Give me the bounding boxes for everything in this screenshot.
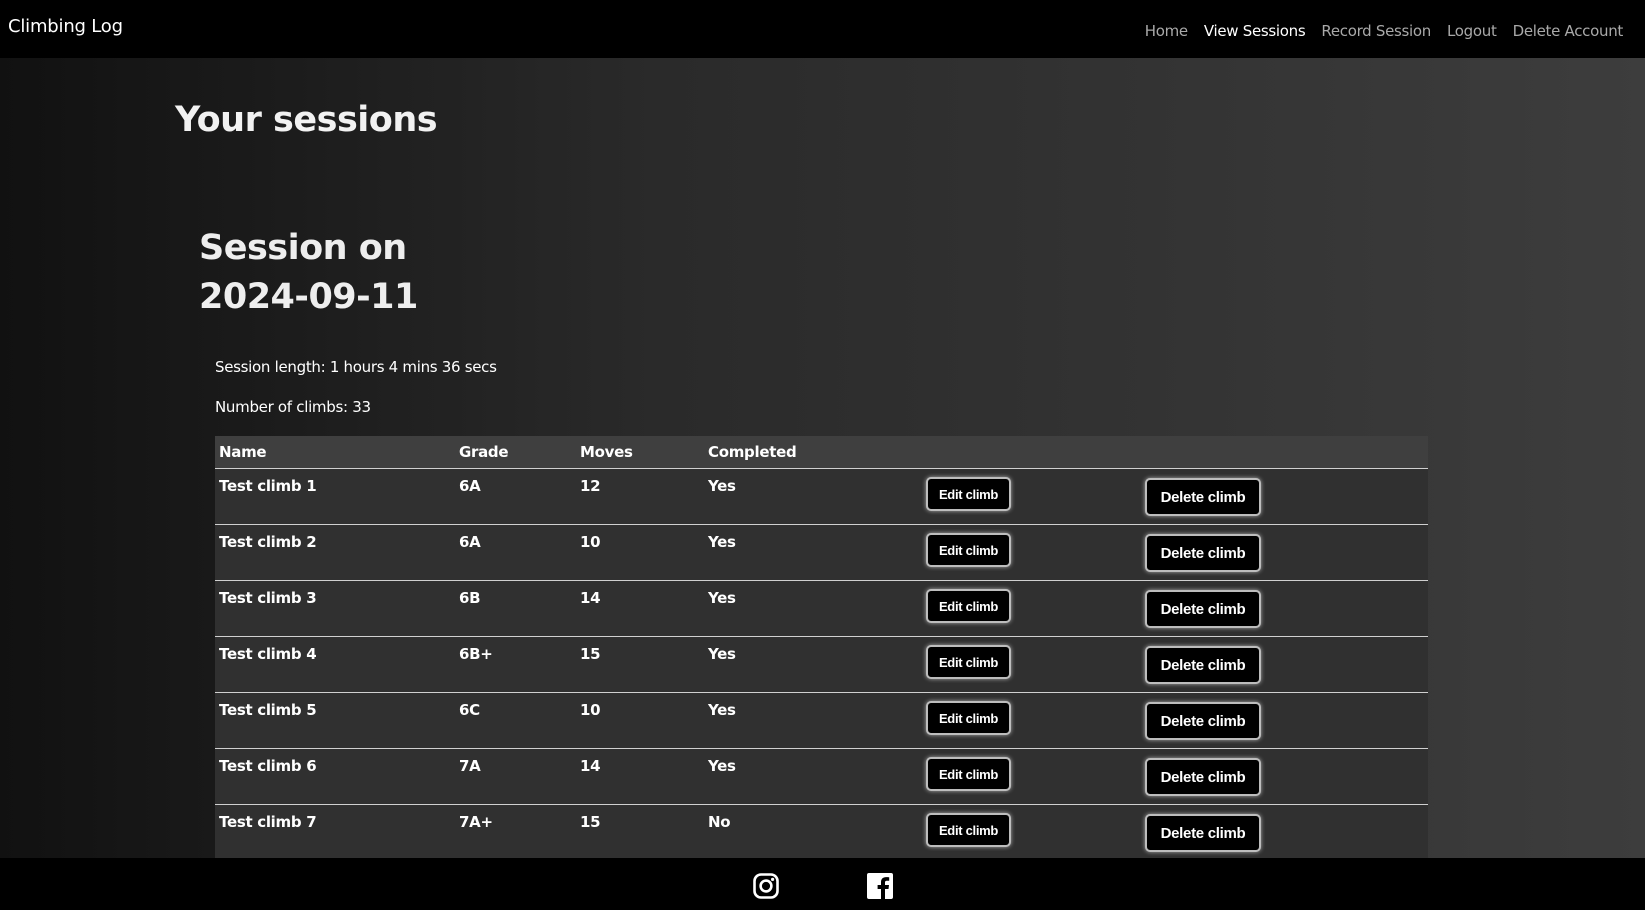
table-row: Test climb 6 7A 14 Yes Edit climb Delete… xyxy=(215,749,1428,805)
climb-name: Test climb 2 xyxy=(219,533,317,551)
table-row: Test climb 7 7A+ 15 No Edit climb Delete… xyxy=(215,805,1428,858)
main-content: Your sessions Session on 2024-09-11 Sess… xyxy=(0,58,1645,858)
page-title: Your sessions xyxy=(175,100,438,140)
session-length: Session length: 1 hours 4 mins 36 secs xyxy=(215,358,497,376)
climb-moves: 10 xyxy=(580,533,601,551)
nav-link-delete-account[interactable]: Delete Account xyxy=(1505,22,1631,40)
session-title: Session on 2024-09-11 xyxy=(199,228,418,317)
nav-link-logout[interactable]: Logout xyxy=(1439,22,1505,40)
climb-completed: Yes xyxy=(708,701,736,719)
climb-completed: Yes xyxy=(708,477,736,495)
edit-climb-button[interactable]: Edit climb xyxy=(926,813,1011,847)
climb-completed: Yes xyxy=(708,645,736,663)
table-row: Test climb 2 6A 10 Yes Edit climb Delete… xyxy=(215,525,1428,581)
delete-climb-button[interactable]: Delete climb xyxy=(1145,590,1261,628)
header-completed: Completed xyxy=(708,443,797,461)
climb-count: Number of climbs: 33 xyxy=(215,398,371,416)
nav-link-view-sessions[interactable]: View Sessions xyxy=(1196,22,1314,40)
delete-climb-button[interactable]: Delete climb xyxy=(1145,534,1261,572)
climb-completed: Yes xyxy=(708,589,736,607)
table-row: Test climb 5 6C 10 Yes Edit climb Delete… xyxy=(215,693,1428,749)
table-row: Test climb 3 6B 14 Yes Edit climb Delete… xyxy=(215,581,1428,637)
edit-climb-button[interactable]: Edit climb xyxy=(926,533,1011,567)
climb-grade: 6B+ xyxy=(459,645,493,663)
climb-completed: No xyxy=(708,813,731,831)
climb-name: Test climb 5 xyxy=(219,701,317,719)
header-name: Name xyxy=(219,443,267,461)
climb-name: Test climb 3 xyxy=(219,589,317,607)
edit-climb-button[interactable]: Edit climb xyxy=(926,589,1011,623)
nav-link-record-session[interactable]: Record Session xyxy=(1313,22,1439,40)
climb-grade: 6B xyxy=(459,589,481,607)
table-header: Name Grade Moves Completed xyxy=(215,436,1428,469)
climb-completed: Yes xyxy=(708,757,736,775)
climb-grade: 7A xyxy=(459,757,481,775)
edit-climb-button[interactable]: Edit climb xyxy=(926,477,1011,511)
delete-climb-button[interactable]: Delete climb xyxy=(1145,478,1261,516)
header-moves: Moves xyxy=(580,443,633,461)
climb-moves: 15 xyxy=(580,813,601,831)
delete-climb-button[interactable]: Delete climb xyxy=(1145,758,1261,796)
table-row: Test climb 1 6A 12 Yes Edit climb Delete… xyxy=(215,469,1428,525)
brand-logo[interactable]: Climbing Log xyxy=(8,16,123,37)
facebook-icon[interactable] xyxy=(866,872,894,900)
edit-climb-button[interactable]: Edit climb xyxy=(926,757,1011,791)
edit-climb-button[interactable]: Edit climb xyxy=(926,645,1011,679)
nav-link-home[interactable]: Home xyxy=(1137,22,1196,40)
climb-moves: 10 xyxy=(580,701,601,719)
climb-grade: 6A xyxy=(459,533,481,551)
nav-links: Home View Sessions Record Session Logout… xyxy=(1137,22,1631,40)
climb-moves: 12 xyxy=(580,477,601,495)
climb-moves: 14 xyxy=(580,757,601,775)
delete-climb-button[interactable]: Delete climb xyxy=(1145,646,1261,684)
climb-name: Test climb 1 xyxy=(219,477,317,495)
header-grade: Grade xyxy=(459,443,509,461)
climb-completed: Yes xyxy=(708,533,736,551)
climb-moves: 15 xyxy=(580,645,601,663)
navbar: Climbing Log Home View Sessions Record S… xyxy=(0,0,1645,58)
climb-name: Test climb 6 xyxy=(219,757,317,775)
climb-grade: 7A+ xyxy=(459,813,493,831)
climb-grade: 6A xyxy=(459,477,481,495)
delete-climb-button[interactable]: Delete climb xyxy=(1145,702,1261,740)
climbs-table: Name Grade Moves Completed Test climb 1 … xyxy=(215,436,1428,858)
table-row: Test climb 4 6B+ 15 Yes Edit climb Delet… xyxy=(215,637,1428,693)
footer xyxy=(0,858,1645,910)
delete-climb-button[interactable]: Delete climb xyxy=(1145,814,1261,852)
instagram-icon[interactable] xyxy=(752,872,780,900)
climb-grade: 6C xyxy=(459,701,480,719)
climb-name: Test climb 7 xyxy=(219,813,317,831)
climb-name: Test climb 4 xyxy=(219,645,317,663)
edit-climb-button[interactable]: Edit climb xyxy=(926,701,1011,735)
climb-moves: 14 xyxy=(580,589,601,607)
